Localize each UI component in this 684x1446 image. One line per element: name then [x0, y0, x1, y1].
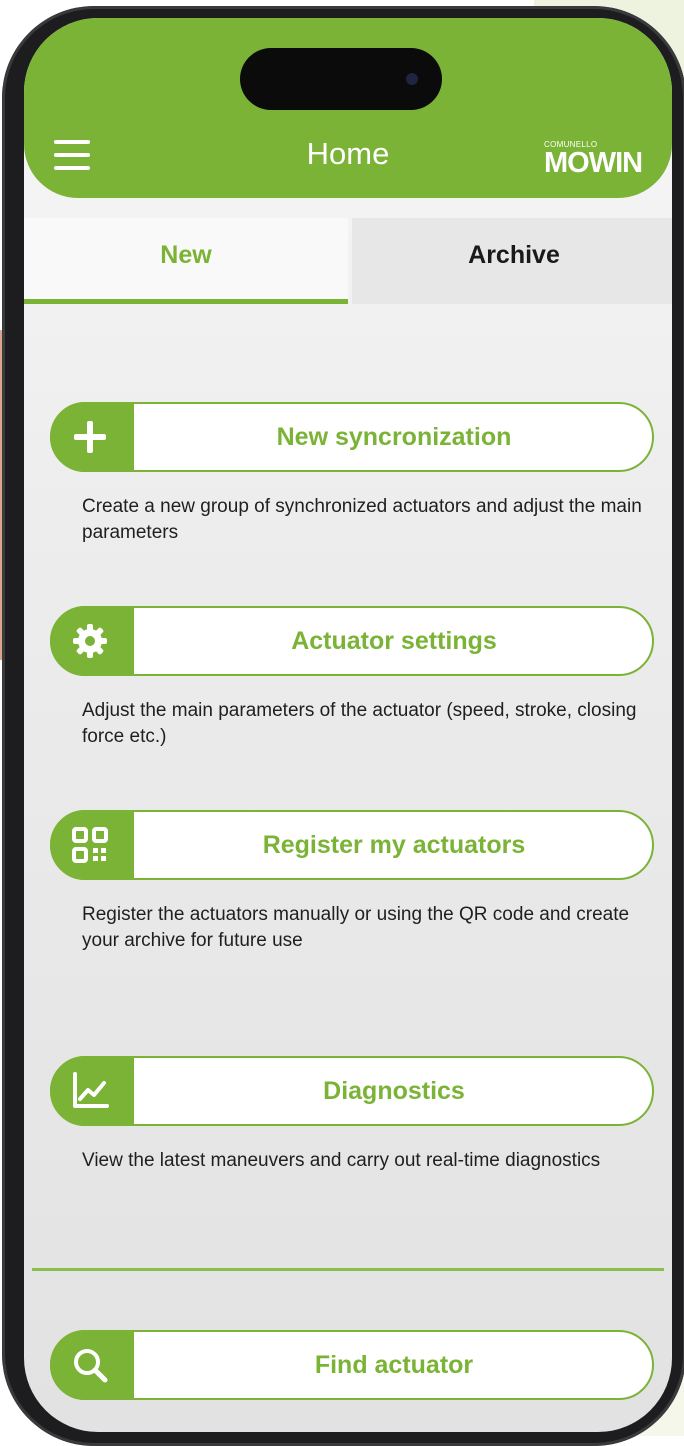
app-screen: Home COMUNELLO MOWIN New Archive New syn… — [24, 18, 672, 1432]
register-my-actuators-label: Register my actuators — [262, 831, 526, 859]
register-my-actuators-button[interactable]: Register my actuators — [50, 810, 654, 880]
app-header: Home COMUNELLO MOWIN — [24, 18, 672, 198]
tab-new[interactable]: New — [24, 218, 348, 304]
mowin-logo: COMUNELLO MOWIN — [544, 140, 666, 179]
action-actuator-settings: Actuator settings Adjust the main parame… — [50, 606, 654, 750]
actuator-settings-label: Actuator settings — [291, 627, 497, 655]
chart-line-icon — [50, 1056, 134, 1126]
new-syncronization-button[interactable]: New syncronization — [50, 402, 654, 472]
plus-icon — [50, 402, 134, 472]
diagnostics-description: View the latest maneuvers and carry out … — [82, 1150, 601, 1171]
tab-archive[interactable]: Archive — [352, 218, 672, 304]
qr-code-icon — [50, 810, 134, 880]
diagnostics-button[interactable]: Diagnostics — [50, 1056, 654, 1126]
register-my-actuators-description: Register the actuators manually or using… — [82, 904, 630, 951]
action-new-syncronization: New syncronization Create a new group of… — [50, 402, 654, 546]
page-title: Home — [306, 136, 390, 171]
logo-brand-main: MOWIN — [544, 147, 643, 179]
find-actuator-label: Find actuator — [314, 1351, 474, 1379]
dynamic-island — [240, 48, 442, 110]
hamburger-menu-icon[interactable] — [54, 140, 90, 174]
new-syncronization-label: New syncronization — [276, 423, 512, 451]
action-diagnostics: Diagnostics View the latest maneuvers an… — [50, 1056, 654, 1174]
actuator-settings-description: Adjust the main parameters of the actuat… — [82, 700, 637, 747]
tab-bar: New Archive — [24, 218, 672, 304]
action-find-actuator: Find actuator — [50, 1330, 654, 1400]
actuator-settings-button[interactable]: Actuator settings — [50, 606, 654, 676]
diagnostics-label: Diagnostics — [323, 1077, 465, 1105]
search-icon — [50, 1330, 134, 1400]
action-register-my-actuators: Register my actuators Register the actua… — [50, 810, 654, 954]
section-divider — [32, 1268, 664, 1271]
new-syncronization-description: Create a new group of synchronized actua… — [82, 496, 642, 543]
phone-frame: Home COMUNELLO MOWIN New Archive New syn… — [2, 6, 684, 1446]
find-actuator-button[interactable]: Find actuator — [50, 1330, 654, 1400]
gear-icon — [50, 606, 134, 676]
